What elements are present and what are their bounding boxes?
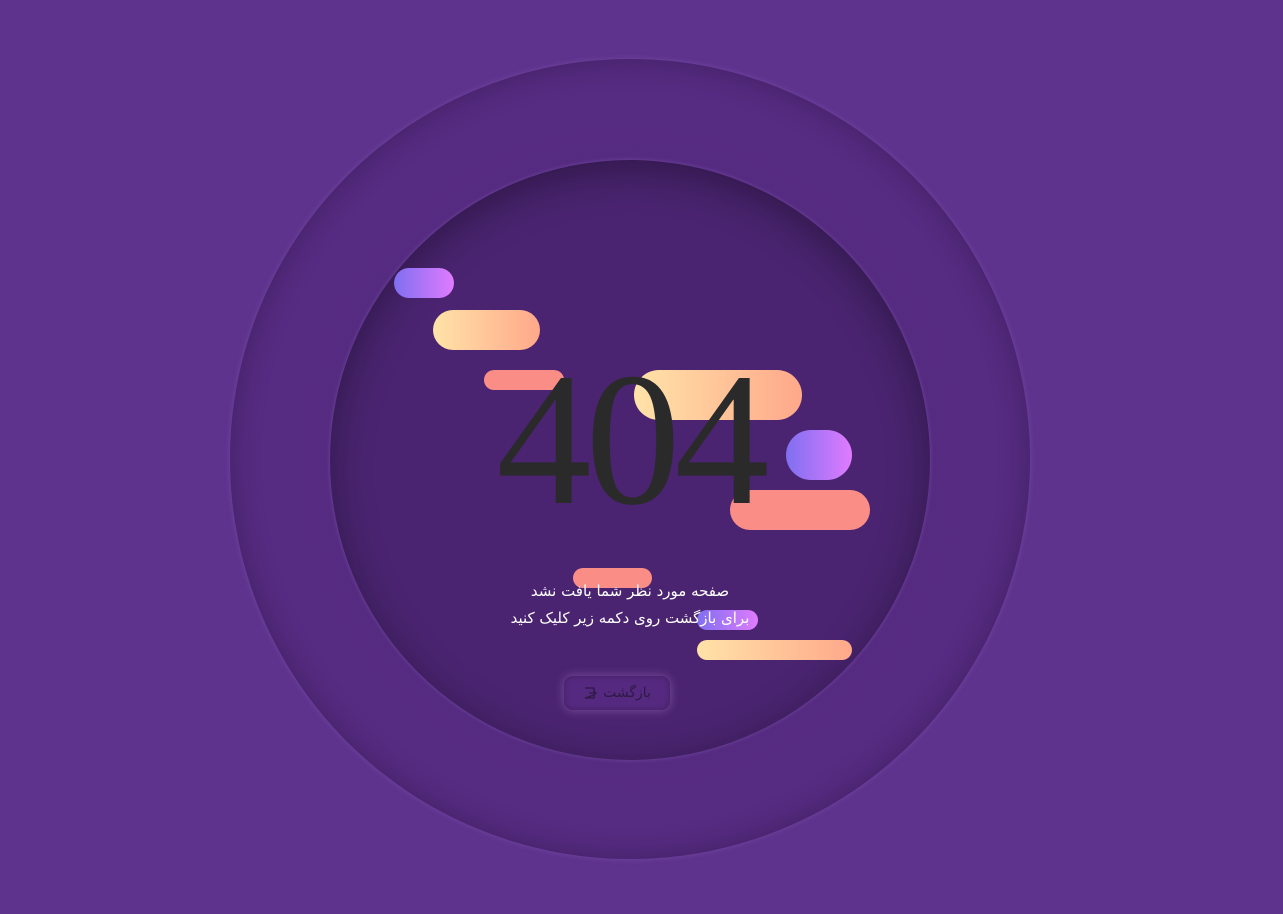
exit-icon <box>583 686 598 700</box>
error-code: 404 <box>496 335 770 545</box>
back-button[interactable]: بازگشت <box>564 676 670 710</box>
instruction-message: برای بازگشت روی دکمه زیر کلیک کنید <box>510 609 750 627</box>
back-button-label: بازگشت <box>603 685 651 701</box>
decor-pill-purple-top <box>394 268 454 298</box>
not-found-message: صفحه مورد نظر شما یافت نشد <box>530 582 730 600</box>
decor-pill-cream-bottom <box>697 640 852 660</box>
